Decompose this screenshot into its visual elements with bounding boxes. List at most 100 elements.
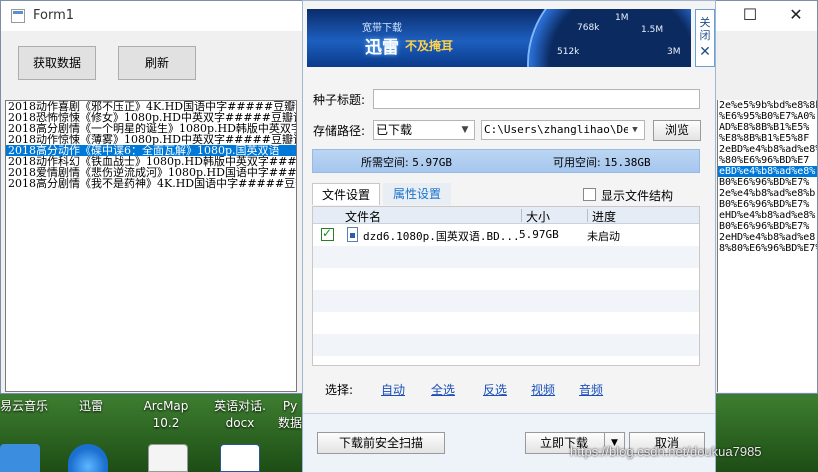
desktop-icon-label[interactable]: 迅雷 — [66, 398, 116, 415]
browse-button[interactable]: 浏览 — [653, 120, 701, 141]
dialog-footer: 下载前安全扫描 立即下载 ▼ 取消 — [303, 413, 715, 472]
select-auto-link[interactable]: 自动 — [381, 381, 405, 398]
save-path-combo[interactable]: 已下载 ▼ — [373, 120, 475, 140]
fetch-data-button[interactable]: 获取数据 — [18, 46, 96, 80]
list-item[interactable]: B0%E6%96%BD%E7% — [718, 221, 817, 232]
table-row[interactable]: dzd6.1080p.国英双语.BD... 5.97GB 未启动 — [313, 224, 699, 246]
column-separator[interactable] — [587, 209, 588, 222]
word-document-icon[interactable] — [220, 444, 260, 472]
select-label: 选择: — [325, 383, 354, 397]
save-path-value: C:\Users\zhanglihao\Des — [484, 123, 637, 136]
table-row-empty — [313, 246, 699, 268]
select-all-link[interactable]: 全选 — [431, 381, 455, 398]
app-icon — [11, 9, 25, 23]
table-row-empty — [313, 290, 699, 312]
column-header-size[interactable]: 大小 — [526, 208, 550, 225]
required-space-value: 5.97GB — [412, 156, 452, 169]
banner-subtitle: 宽带下载 — [362, 23, 402, 34]
show-structure-label: 显示文件结构 — [601, 189, 674, 203]
list-item[interactable]: 8%80%E6%96%BD%E7%4 — [718, 243, 817, 254]
gauge-label: 1M — [615, 13, 629, 23]
window-title: Form1 — [33, 8, 75, 23]
table-row-empty — [313, 312, 699, 334]
close-button[interactable]: ✕ — [773, 1, 818, 31]
file-list-header: 文件名 大小 进度 — [313, 207, 699, 224]
file-name: dzd6.1080p.国英双语.BD... — [363, 230, 520, 243]
column-header-name[interactable]: 文件名 — [345, 208, 381, 225]
file-size: 5.97GB — [519, 228, 559, 241]
desktop-document-icon[interactable] — [148, 444, 188, 472]
banner-slogan: 不及掩耳 — [405, 39, 454, 53]
desktop-app-icon[interactable] — [0, 444, 40, 472]
torrent-title-input[interactable] — [373, 89, 700, 109]
list-item[interactable]: 2eBD%e4%b8%ad%e8% — [718, 144, 817, 155]
desktop-icon-label[interactable]: Py 数据 — [278, 398, 302, 432]
list-item[interactable]: %E6%95%B0%E7%A0% — [718, 111, 817, 122]
security-scan-button[interactable]: 下载前安全扫描 — [317, 432, 445, 454]
select-invert-link[interactable]: 反选 — [483, 381, 507, 398]
chevron-down-icon[interactable]: ▼ — [458, 121, 472, 139]
list-item[interactable]: %80%E6%96%BD%E7 — [718, 155, 817, 166]
list-item[interactable]: 2018高分剧情《我不是药神》4K.HD国语中字#####豆瓣 — [6, 178, 296, 189]
file-progress: 未启动 — [587, 230, 620, 243]
list-item[interactable]: 2018动作喜剧《邪不压正》4K.HD国语中字#####豆瓣评分： — [6, 101, 296, 112]
save-path-combo-value: 已下载 — [376, 123, 413, 137]
close-tab-label: 关闭 — [699, 16, 711, 42]
banner-brand: 迅雷 — [365, 38, 399, 58]
table-row-empty — [313, 334, 699, 356]
file-list[interactable]: 文件名 大小 进度 dzd6.1080p.国英双语.BD... 5.97GB 未… — [312, 206, 700, 366]
available-space: 可用空间: 15.38GB — [553, 154, 651, 170]
list-item[interactable]: eHD%e4%b8%ad%e8% — [718, 210, 817, 221]
file-checkbox[interactable] — [321, 226, 334, 241]
list-item[interactable]: 2018高分动作《碟中谍6：全面瓦解》1080p.国英双语 — [6, 145, 296, 156]
table-row-empty — [313, 268, 699, 290]
thunder-banner: 宽带下载 迅雷 不及掩耳 768k 1M 1.5M 512k 3M — [307, 9, 691, 67]
file-icon — [347, 227, 358, 242]
list-item[interactable]: 2018高分剧情《一个明星的诞生》1080p.HD韩版中英双字 — [6, 123, 296, 134]
desktop-icon-label[interactable]: 英语对话. docx — [208, 398, 272, 432]
column-separator[interactable] — [521, 209, 522, 222]
watermark: https://blog.csdn.net/doukua7985 — [570, 444, 762, 459]
available-space-label: 可用空间: — [553, 156, 601, 169]
select-video-link[interactable]: 视频 — [531, 381, 555, 398]
close-icon[interactable]: ✕ — [696, 44, 714, 60]
speed-gauge — [527, 9, 691, 67]
gauge-label: 768k — [577, 23, 600, 33]
gauge-label: 1.5M — [641, 25, 664, 35]
list-item[interactable]: 2eHD%e4%b8%ad%e8 — [718, 232, 817, 243]
list-item[interactable]: 2018爱情剧情《悲伤逆流成河》1080p.HD国语中字#### — [6, 167, 296, 178]
list-item[interactable]: eBD%e4%b8%ad%e8% — [718, 166, 817, 177]
chevron-down-icon[interactable]: ▼ — [628, 121, 642, 139]
save-path-label: 存储路径: — [313, 124, 366, 138]
gauge-label: 512k — [557, 47, 580, 57]
restore-button[interactable]: ☐ — [727, 1, 773, 31]
desktop-icon-label[interactable]: ArcMap 10.2 — [136, 398, 196, 432]
movie-listbox[interactable]: 2018动作喜剧《邪不压正》4K.HD国语中字#####豆瓣评分：2018恐怖惊… — [5, 100, 297, 392]
select-audio-link[interactable]: 音频 — [579, 381, 603, 398]
list-item[interactable]: 2018动作惊悚《薄雾》1080p.HD中英双字#####豆瓣评分 — [6, 134, 296, 145]
list-item[interactable]: 2018动作科幻《铁血战士》1080p.HD韩版中英双字#### — [6, 156, 296, 167]
disk-space-bar: 所需空间: 5.97GB 可用空间: 15.38GB — [312, 149, 700, 173]
refresh-button[interactable]: 刷新 — [118, 46, 196, 80]
thunder-download-dialog: 宽带下载 迅雷 不及掩耳 768k 1M 1.5M 512k 3M 关闭 ✕ 种… — [302, 0, 716, 472]
url-listbox[interactable]: 2e%e5%9b%bd%e8%8b %E6%95%B0%E7%A0% AD%E8%8… — [717, 100, 817, 392]
tab-property-settings[interactable]: 属性设置 — [383, 183, 451, 205]
list-item[interactable]: 2018恐怖惊悚《修女》1080p.HD中英双字#####豆瓣评分： — [6, 112, 296, 123]
show-structure-checkbox[interactable] — [583, 188, 596, 201]
close-tab[interactable]: 关闭 ✕ — [695, 9, 715, 67]
column-header-progress[interactable]: 进度 — [592, 208, 616, 225]
list-item[interactable]: 2e%e5%9b%bd%e8%8b — [718, 100, 817, 111]
save-path-input[interactable]: C:\Users\zhanglihao\Des ▼ — [481, 120, 645, 140]
gauge-label: 3M — [667, 47, 681, 57]
list-item[interactable]: B0%E6%96%BD%E7% — [718, 177, 817, 188]
list-item[interactable]: 2e%e4%b8%ad%e8%b — [718, 188, 817, 199]
tab-file-settings[interactable]: 文件设置 — [312, 183, 380, 205]
required-space: 所需空间: 5.97GB — [361, 154, 452, 170]
available-space-value: 15.38GB — [604, 156, 651, 169]
list-item[interactable]: %E8%8B%B1%E5%8F — [718, 133, 817, 144]
desktop-icon-label[interactable]: 易云音乐 — [0, 398, 48, 415]
list-item[interactable]: AD%E8%8B%B1%E5% — [718, 122, 817, 133]
list-item[interactable]: B0%E6%96%BD%E7% — [718, 199, 817, 210]
torrent-title-label: 种子标题: — [313, 93, 366, 107]
required-space-label: 所需空间: — [361, 156, 409, 169]
